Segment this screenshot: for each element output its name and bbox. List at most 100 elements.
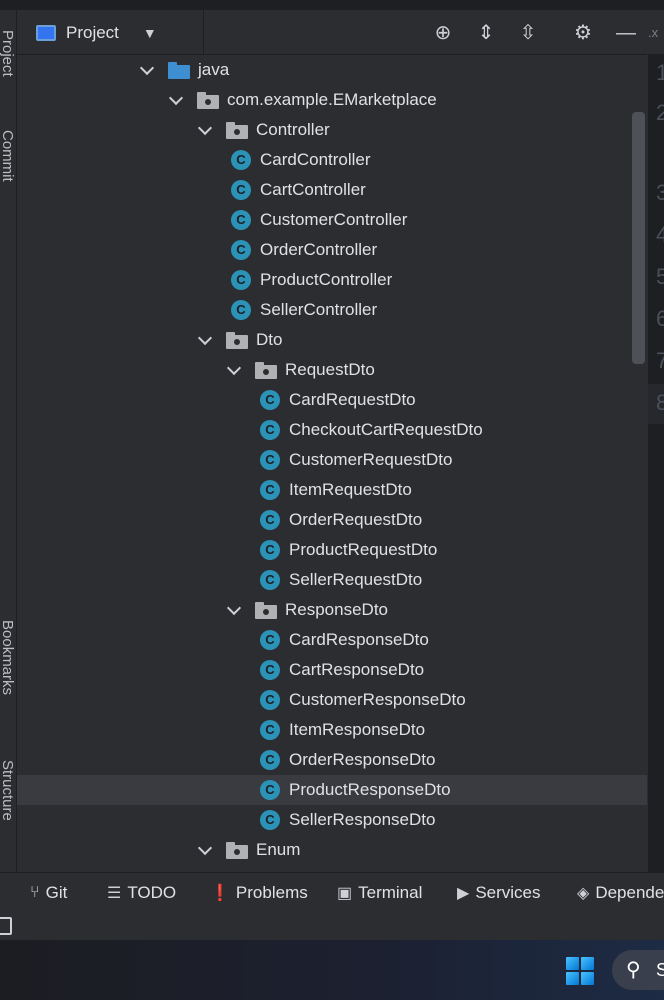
- windows-start-icon[interactable]: [566, 957, 594, 985]
- tree-folder-row[interactable]: Controller: [17, 115, 647, 145]
- source-folder-icon: [168, 61, 190, 79]
- search-icon: ⚲: [626, 959, 641, 981]
- chevron-down-icon[interactable]: [227, 363, 241, 377]
- package-icon: [255, 601, 277, 619]
- project-window-icon: [36, 25, 56, 41]
- tree-class-row[interactable]: C SellerResponseDto: [17, 805, 647, 835]
- tool-terminal[interactable]: ▣ Terminal: [337, 883, 422, 903]
- tree-class-row[interactable]: C CustomerRequestDto: [17, 445, 647, 475]
- taskbar-search-label: S: [656, 960, 664, 980]
- rail-tab-bookmarks[interactable]: Bookmarks: [0, 620, 16, 730]
- tree-class-row[interactable]: C OrderResponseDto: [17, 745, 647, 775]
- tree-class-row[interactable]: C CustomerController: [17, 205, 647, 235]
- chevron-down-icon[interactable]: [169, 93, 183, 107]
- tree-item-label: SellerRequestDto: [289, 570, 423, 589]
- tree-class-row[interactable]: C ProductResponseDto: [17, 775, 647, 805]
- tree-item-label: ProductResponseDto: [289, 780, 451, 799]
- tool-todo-label: TODO: [127, 883, 177, 902]
- tree-item-label: CartResponseDto: [289, 660, 425, 679]
- tree-item-label: CustomerResponseDto: [289, 690, 466, 709]
- tool-todo[interactable]: ☰ TODO: [107, 883, 176, 903]
- class-icon: C: [260, 780, 280, 800]
- expand-all-icon[interactable]: ⇕: [474, 21, 498, 45]
- os-taskbar: [0, 940, 664, 1000]
- chevron-down-icon[interactable]: [227, 603, 241, 617]
- tree-class-row[interactable]: C ProductRequestDto: [17, 535, 647, 565]
- window-top-strip: [0, 0, 664, 10]
- tree-class-row[interactable]: C CustomerResponseDto: [17, 685, 647, 715]
- todo-list-icon: ☰: [107, 885, 122, 902]
- tree-class-row[interactable]: C SellerController: [17, 295, 647, 325]
- services-icon: ▶: [457, 885, 470, 902]
- tool-terminal-label: Terminal: [358, 883, 423, 902]
- tree-folder-row[interactable]: com.example.EMarketplace: [17, 85, 647, 115]
- minimize-icon[interactable]: —: [614, 21, 638, 45]
- tree-class-row[interactable]: C CheckoutCartRequestDto: [17, 415, 647, 445]
- class-icon: C: [231, 270, 251, 290]
- class-icon: C: [260, 570, 280, 590]
- project-tree: java com.example.EMarketplace Controller C C…: [17, 55, 647, 871]
- tool-dependencies-label: Depende: [595, 883, 664, 902]
- tool-problems[interactable]: ❗ Problems: [210, 883, 308, 903]
- settings-icon[interactable]: ⚙: [571, 21, 595, 45]
- rail-tab-project[interactable]: Project: [0, 30, 16, 100]
- tree-folder-row[interactable]: ResponseDto: [17, 595, 647, 625]
- tree-class-row[interactable]: C ProductController: [17, 265, 647, 295]
- tree-folder-row[interactable]: RequestDto: [17, 355, 647, 385]
- tree-class-row[interactable]: C ItemResponseDto: [17, 715, 647, 745]
- class-icon: C: [260, 420, 280, 440]
- locate-icon[interactable]: ⊕: [431, 21, 455, 45]
- chevron-down-icon[interactable]: [198, 333, 212, 347]
- tree-class-row[interactable]: C CardController: [17, 145, 647, 175]
- tree-folder-row[interactable]: Dto: [17, 325, 647, 355]
- tree-folder-row[interactable]: java: [17, 55, 647, 85]
- class-icon: C: [260, 390, 280, 410]
- tree-item-label: ItemRequestDto: [289, 480, 412, 499]
- tree-item-label: ProductRequestDto: [289, 540, 438, 559]
- rail-tab-commit[interactable]: Commit: [0, 130, 16, 220]
- line-number: 3: [656, 180, 664, 205]
- tree-class-row[interactable]: C OrderController: [17, 235, 647, 265]
- class-icon: C: [260, 690, 280, 710]
- class-icon: C: [231, 150, 251, 170]
- taskbar-search[interactable]: ⚲ S: [612, 950, 664, 990]
- tree-class-row[interactable]: C ItemRequestDto: [17, 475, 647, 505]
- status-toggle-icon[interactable]: [0, 917, 12, 935]
- tree-class-row[interactable]: C CardResponseDto: [17, 625, 647, 655]
- tree-class-row[interactable]: C CardRequestDto: [17, 385, 647, 415]
- tree-item-label: SellerController: [260, 300, 378, 319]
- chevron-down-icon[interactable]: [198, 843, 212, 857]
- class-icon: C: [260, 480, 280, 500]
- tool-git[interactable]: ⑂ Git: [30, 883, 67, 903]
- tree-folder-row[interactable]: Enum: [17, 835, 647, 865]
- class-icon: C: [260, 510, 280, 530]
- rail-tab-bookmarks-label: Bookmarks: [0, 620, 16, 696]
- chevron-down-icon[interactable]: [198, 123, 212, 137]
- tree-item-label: com.example.EMarketplace: [227, 90, 437, 109]
- line-number: 5: [656, 264, 664, 289]
- tree-class-row[interactable]: C OrderRequestDto: [17, 505, 647, 535]
- line-number: 8: [656, 390, 664, 415]
- project-toolbar: Project ▼ ⊕ ⇕ ⇳ ⚙ —: [17, 10, 647, 55]
- chevron-down-icon[interactable]: [140, 63, 154, 77]
- tree-scrollbar[interactable]: [632, 112, 645, 364]
- editor-area: [648, 10, 664, 872]
- tree-class-row[interactable]: C CartController: [17, 175, 647, 205]
- tree-item-label: CustomerController: [260, 210, 408, 229]
- tree-class-row[interactable]: C SellerRequestDto: [17, 565, 647, 595]
- tree-item-label: Enum: [256, 840, 301, 859]
- package-icon: [197, 91, 219, 109]
- git-branch-icon: ⑂: [30, 884, 40, 901]
- tree-class-row[interactable]: C CartResponseDto: [17, 655, 647, 685]
- collapse-all-icon[interactable]: ⇳: [516, 21, 540, 45]
- tool-services[interactable]: ▶ Services: [457, 883, 541, 903]
- rail-tab-structure[interactable]: Structure: [0, 760, 16, 860]
- tool-dependencies[interactable]: ◈ Depende: [577, 883, 664, 903]
- tree-item-label: CustomerRequestDto: [289, 450, 453, 469]
- package-icon: [255, 361, 277, 379]
- project-view-selector[interactable]: Project ▼: [36, 22, 157, 44]
- editor-tab[interactable]: .x: [648, 10, 664, 54]
- tree-item-label: Dto: [256, 330, 283, 349]
- tree-item-label: ResponseDto: [285, 600, 389, 619]
- line-number: 1: [656, 60, 664, 85]
